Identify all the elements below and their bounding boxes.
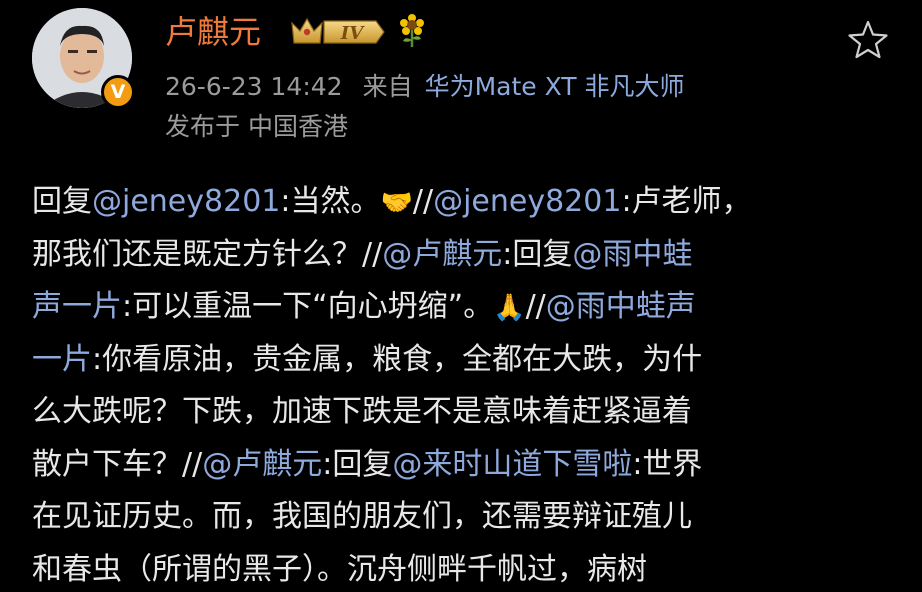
post-text-line: 么大跌呢？下跌，加速下跌是不是意味着赶紧逼着 <box>32 386 902 439</box>
level-badge-label: IV <box>340 23 365 44</box>
post-text-line: 一片:你看原油，贵金属，粮食，全都在大跌，为什 <box>32 334 902 387</box>
post-text: :卢老师， <box>621 184 752 219</box>
weibo-post: V 卢麒元 IV 26-6-23 14:42 来自 华为Mate XT 非凡大师… <box>0 0 922 592</box>
mention-link[interactable]: @来时山道下雪啦 <box>392 447 632 482</box>
post-text: 散户下车？// <box>32 446 203 482</box>
post-text: :你看原油，贵金属，粮食，全都在大跌，为什 <box>92 341 703 377</box>
mention-link[interactable]: @卢麒元 <box>202 447 322 482</box>
post-text: 回复 <box>32 184 92 219</box>
post-text: :回复 <box>502 236 573 272</box>
post-text: 那我们还是既定方针么？// <box>32 236 383 272</box>
post-text: :回复 <box>322 446 393 482</box>
mention-link[interactable]: 声一片 <box>32 289 122 324</box>
post-text-line: 回复@jeney8201:当然。🤝//@jeney8201:卢老师， <box>32 176 902 229</box>
mention-link[interactable]: @jeney8201 <box>433 184 621 219</box>
mention-link[interactable]: 一片 <box>32 342 92 377</box>
post-text: // <box>412 184 434 219</box>
post-text-line: 在见证历史。而，我国的朋友们，还需要辩证殖儿 <box>32 491 902 544</box>
mention-link[interactable]: @雨中蛙声 <box>546 289 696 324</box>
post-text: 和春虫（所谓的黑子）。沉舟侧畔千帆过，病树 <box>32 551 647 587</box>
post-text: :当然。 <box>280 184 381 219</box>
post-text-line: 和春虫（所谓的黑子）。沉舟侧畔千帆过，病树 <box>32 544 902 592</box>
post-text: :可以重温一下“向心坍缩”。 <box>122 289 494 324</box>
timestamp: 26-6-23 14:42 <box>165 72 343 101</box>
sunflower-icon <box>399 14 425 57</box>
verified-v-icon: V <box>101 75 135 109</box>
mention-link[interactable]: @jeney8201 <box>92 184 280 219</box>
post-content: 回复@jeney8201:当然。🤝//@jeney8201:卢老师， 那我们还是既… <box>32 176 902 592</box>
post-text-line: 声一片:可以重温一下“向心坍缩”。🙏//@雨中蛙声 <box>32 281 902 334</box>
author-name[interactable]: 卢麒元 <box>165 12 261 52</box>
folded-hands-emoji-icon: 🙏 <box>493 293 526 323</box>
level-badge: IV <box>290 15 386 49</box>
post-text-line: 散户下车？//@卢麒元:回复@来时山道下雪啦:世界 <box>32 439 902 492</box>
post-text-line: 那我们还是既定方针么？//@卢麒元:回复@雨中蛙 <box>32 229 902 282</box>
post-text: 在见证历史。而，我国的朋友们，还需要辩证殖儿 <box>32 499 692 534</box>
post-meta: 26-6-23 14:42 来自 华为Mate XT 非凡大师 <box>165 70 685 104</box>
location: 发布于 中国香港 <box>165 112 348 141</box>
device-link[interactable]: 华为Mate XT 非凡大师 <box>425 72 685 101</box>
post-text: 么大跌呢？下跌，加速下跌是不是意味着赶紧逼着 <box>32 394 692 429</box>
post-text: // <box>525 289 546 324</box>
source-label: 来自 <box>362 72 413 101</box>
post-text: :世界 <box>632 446 703 482</box>
handshake-emoji-icon: 🤝 <box>380 188 413 218</box>
star-outline-icon[interactable] <box>846 18 890 62</box>
verified-letter: V <box>110 81 126 103</box>
mention-link[interactable]: @卢麒元 <box>382 237 502 272</box>
mention-link[interactable]: @雨中蛙 <box>572 237 692 272</box>
